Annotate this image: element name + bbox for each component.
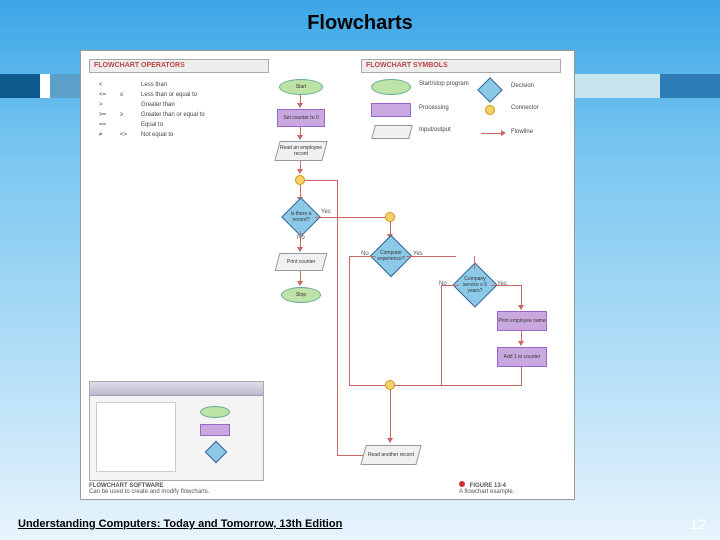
flow-print-name: Print employee name (497, 311, 547, 331)
label-yes: Yes (497, 281, 507, 287)
flow-read-another: Read another record (360, 445, 421, 465)
legend-flowline (481, 133, 501, 134)
figure-container: FLOWCHART OPERATORS FLOWCHART SYMBOLS <L… (80, 50, 575, 500)
flow-stop: Stop (281, 287, 321, 303)
software-caption: FLOWCHART SOFTWARE Can be used to create… (89, 483, 264, 495)
legend-io (371, 125, 413, 139)
figure-caption: FIGURE 13-4 A flowchart example. (457, 479, 572, 497)
flow-start: Start (279, 79, 323, 95)
operators-table: <Less than <=≤Less than or equal to >Gre… (91, 79, 213, 141)
flow-connector (385, 380, 395, 390)
legend-label: Input/output (419, 127, 451, 133)
flow-add-counter: Add 1 to counter (497, 347, 547, 367)
legend-label: Connector (511, 105, 539, 111)
flow-connector (385, 212, 395, 222)
legend-connector (485, 105, 495, 115)
legend-oval (371, 79, 411, 95)
slide-title: Flowcharts (0, 0, 720, 41)
page-number: 12 (690, 516, 706, 532)
legend-label: Flowline (511, 129, 533, 135)
arrow-icon (501, 130, 506, 136)
flow-read-emp: Read an employee record (274, 141, 327, 161)
legend-label: Start/stop program (419, 81, 469, 87)
legend-label: Processing (419, 105, 449, 111)
operators-header: FLOWCHART OPERATORS (89, 59, 269, 73)
flowchart-software-screenshot (89, 381, 264, 481)
flow-connector (295, 175, 305, 185)
flow-print-counter: Print counter (275, 253, 328, 271)
footer-text: Understanding Computers: Today and Tomor… (18, 518, 342, 530)
figure-bullet-icon (459, 481, 465, 487)
legend-rect (371, 103, 411, 117)
flow-set-counter: Set counter to 0 (277, 109, 325, 127)
legend-label: Decision (511, 83, 534, 89)
label-yes: Yes (321, 209, 331, 215)
symbols-header: FLOWCHART SYMBOLS (361, 59, 561, 73)
legend-diamond (477, 77, 502, 102)
